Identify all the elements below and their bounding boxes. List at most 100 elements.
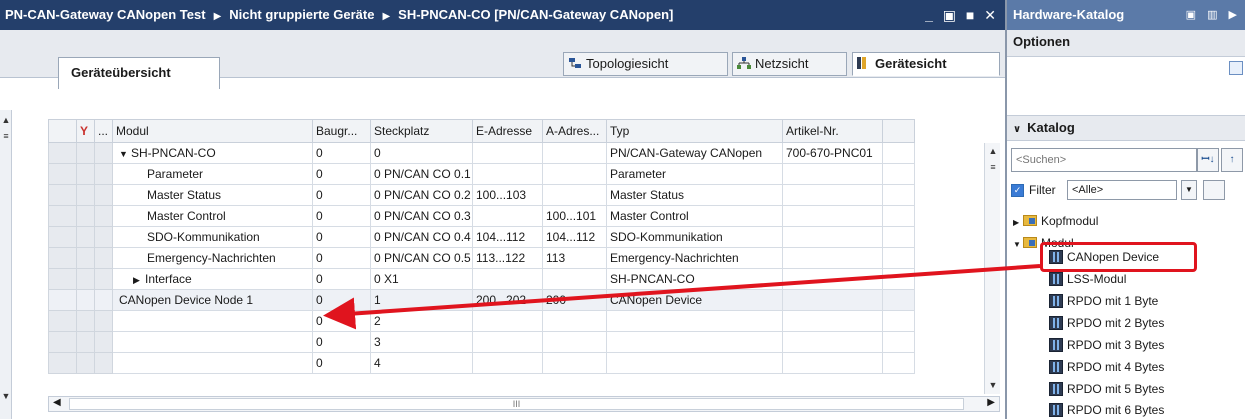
cell-baugruppe[interactable]: 0 [312, 331, 371, 353]
catalog-item[interactable]: RPDO mit 5 Bytes [1049, 378, 1164, 400]
cell-e-adresse[interactable]: 104...112 [472, 226, 543, 248]
cell-typ[interactable]: SDO-Kommunikation [606, 226, 783, 248]
cell-baugruppe[interactable]: 0 [312, 226, 371, 248]
cell-a-adresse[interactable] [542, 268, 607, 290]
col-header-baugruppe[interactable]: Baugr... [312, 119, 371, 143]
cell-e-adresse[interactable] [472, 205, 543, 227]
filter-checkbox[interactable]: ✓ [1011, 184, 1024, 197]
search-down-icon[interactable]: ꟷ↓ [1197, 148, 1219, 172]
cell-a-adresse[interactable]: 104...112 [542, 226, 607, 248]
col-header-modul[interactable]: Modul [112, 119, 313, 143]
catalog-item[interactable]: ▶ Kopfmodul [1013, 210, 1098, 232]
cell-baugruppe[interactable]: 0 [312, 268, 371, 290]
cell-steckplatz[interactable]: 0 PN/CAN CO 0.3 [370, 205, 473, 227]
cell-steckplatz[interactable]: 4 [370, 352, 473, 374]
cell-artikel-nr[interactable] [782, 352, 883, 374]
scroll-left-icon[interactable]: ◀ [53, 397, 61, 408]
col-header-a-adresse[interactable]: A-Adres... [542, 119, 607, 143]
filter-options-icon[interactable] [1203, 180, 1225, 200]
cell-typ[interactable]: Master Control [606, 205, 783, 227]
cell-e-adresse[interactable] [472, 142, 543, 164]
table-row[interactable]: CANopen Device Node 1 0 1 200...202 200 CANop… [48, 289, 915, 311]
catalog-item[interactable]: RPDO mit 6 Bytes [1049, 399, 1164, 419]
horizontal-scroll-thumb[interactable]: III [69, 398, 964, 410]
table-row[interactable]: Emergency-Nachrichten 0 0 PN/CAN CO 0.5 113… [48, 247, 915, 269]
collapse-icon[interactable]: ≡ [1, 130, 11, 142]
cell-a-adresse[interactable]: 100...101 [542, 205, 607, 227]
cell-modul[interactable]: ▼ SH-PNCAN-CO [112, 142, 313, 164]
cell-artikel-nr[interactable]: 700-670-PNC01 [782, 142, 883, 164]
catalog-item[interactable]: RPDO mit 1 Byte [1049, 290, 1158, 312]
cell-modul[interactable] [112, 310, 313, 332]
col-header-steckplatz[interactable]: Steckplatz [370, 119, 473, 143]
catalog-search-input[interactable] [1011, 148, 1197, 172]
col-header-artikel-nr[interactable]: Artikel-Nr. [782, 119, 883, 143]
cell-steckplatz[interactable]: 3 [370, 331, 473, 353]
cell-typ[interactable]: PN/CAN-Gateway CANopen [606, 142, 783, 164]
cell-typ[interactable]: SH-PNCAN-CO [606, 268, 783, 290]
cell-typ[interactable] [606, 310, 783, 332]
tab-device-overview[interactable]: Geräteübersicht [58, 57, 220, 89]
breadcrumb-device[interactable]: SH-PNCAN-CO [PN/CAN-Gateway CANopen] [398, 7, 673, 22]
cell-e-adresse[interactable] [472, 268, 543, 290]
cell-artikel-nr[interactable] [782, 163, 883, 185]
cell-modul[interactable]: CANopen Device Node 1 [112, 289, 313, 311]
cell-baugruppe[interactable]: 0 [312, 352, 371, 374]
options-section-header[interactable]: Optionen [1007, 30, 1245, 57]
cell-artikel-nr[interactable] [782, 268, 883, 290]
table-row[interactable]: Master Control 0 0 PN/CAN CO 0.3 100...101 M… [48, 205, 915, 227]
pane-controls-icon[interactable]: ▣ ▥ ▶ [1186, 0, 1241, 30]
filter-select[interactable]: <Alle> [1067, 180, 1177, 200]
cell-modul[interactable]: Emergency-Nachrichten [112, 247, 313, 269]
breadcrumb-project[interactable]: PN-CAN-Gateway CANopen Test [5, 7, 206, 22]
cell-artikel-nr[interactable] [782, 247, 883, 269]
left-scrollbar[interactable]: ▲ ≡ ▼ [0, 110, 12, 419]
scroll-up-icon[interactable]: ▲ [1, 114, 11, 126]
cell-steckplatz[interactable]: 0 PN/CAN CO 0.1 [370, 163, 473, 185]
cell-a-adresse[interactable] [542, 352, 607, 374]
cell-typ[interactable]: Emergency-Nachrichten [606, 247, 783, 269]
cell-steckplatz[interactable]: 0 PN/CAN CO 0.5 [370, 247, 473, 269]
cell-e-adresse[interactable]: 113...122 [472, 247, 543, 269]
cell-modul[interactable]: Master Status [112, 184, 313, 206]
cell-typ[interactable]: CANopen Device [606, 289, 783, 311]
cell-e-adresse[interactable] [472, 310, 543, 332]
cell-steckplatz[interactable]: 1 [370, 289, 473, 311]
cell-artikel-nr[interactable] [782, 289, 883, 311]
cell-a-adresse[interactable] [542, 331, 607, 353]
cell-artikel-nr[interactable] [782, 331, 883, 353]
expand-down-icon[interactable]: ▼ [1013, 234, 1023, 256]
cell-a-adresse[interactable]: 113 [542, 247, 607, 269]
topology-view-button[interactable]: Topologiesicht [563, 52, 728, 76]
table-row[interactable]: Parameter 0 0 PN/CAN CO 0.1 Parameter [48, 163, 915, 185]
table-row[interactable]: ▼ SH-PNCAN-CO 0 0 PN/CAN-Gateway CANopen 700-… [48, 142, 915, 164]
table-horizontal-scrollbar[interactable]: ◀ III ▶ [48, 396, 1000, 412]
cell-baugruppe[interactable]: 0 [312, 310, 371, 332]
cell-a-adresse[interactable] [542, 310, 607, 332]
scroll-up-icon[interactable]: ▲ [988, 145, 998, 157]
filter-dropdown-icon[interactable]: ▼ [1181, 180, 1197, 200]
cell-baugruppe[interactable]: 0 [312, 289, 371, 311]
cell-modul[interactable]: ▶ Interface [112, 268, 313, 290]
table-vertical-scrollbar[interactable]: ▲ ≡ ▼ [984, 143, 1000, 394]
cell-modul[interactable] [112, 331, 313, 353]
cell-steckplatz[interactable]: 0 PN/CAN CO 0.4 [370, 226, 473, 248]
cell-e-adresse[interactable]: 100...103 [472, 184, 543, 206]
cell-artikel-nr[interactable] [782, 184, 883, 206]
breadcrumb-group[interactable]: Nicht gruppierte Geräte [229, 7, 374, 22]
katalog-section-header[interactable]: ∨ Katalog [1007, 115, 1245, 141]
table-row[interactable]: Master Status 0 0 PN/CAN CO 0.2 100...103 Ma… [48, 184, 915, 206]
cell-modul[interactable] [112, 352, 313, 374]
cell-baugruppe[interactable]: 0 [312, 163, 371, 185]
cell-modul[interactable]: Master Control [112, 205, 313, 227]
window-controls[interactable]: _ ▣ ■ ✕ [925, 0, 999, 30]
cell-artikel-nr[interactable] [782, 310, 883, 332]
cell-steckplatz[interactable]: 0 X1 [370, 268, 473, 290]
scroll-down-icon[interactable]: ▼ [988, 379, 998, 391]
col-header-typ[interactable]: Typ [606, 119, 783, 143]
cell-steckplatz[interactable]: 0 [370, 142, 473, 164]
search-up-icon[interactable]: ↑ [1221, 148, 1243, 172]
cell-typ[interactable]: Parameter [606, 163, 783, 185]
cell-baugruppe[interactable]: 0 [312, 247, 371, 269]
cell-artikel-nr[interactable] [782, 226, 883, 248]
